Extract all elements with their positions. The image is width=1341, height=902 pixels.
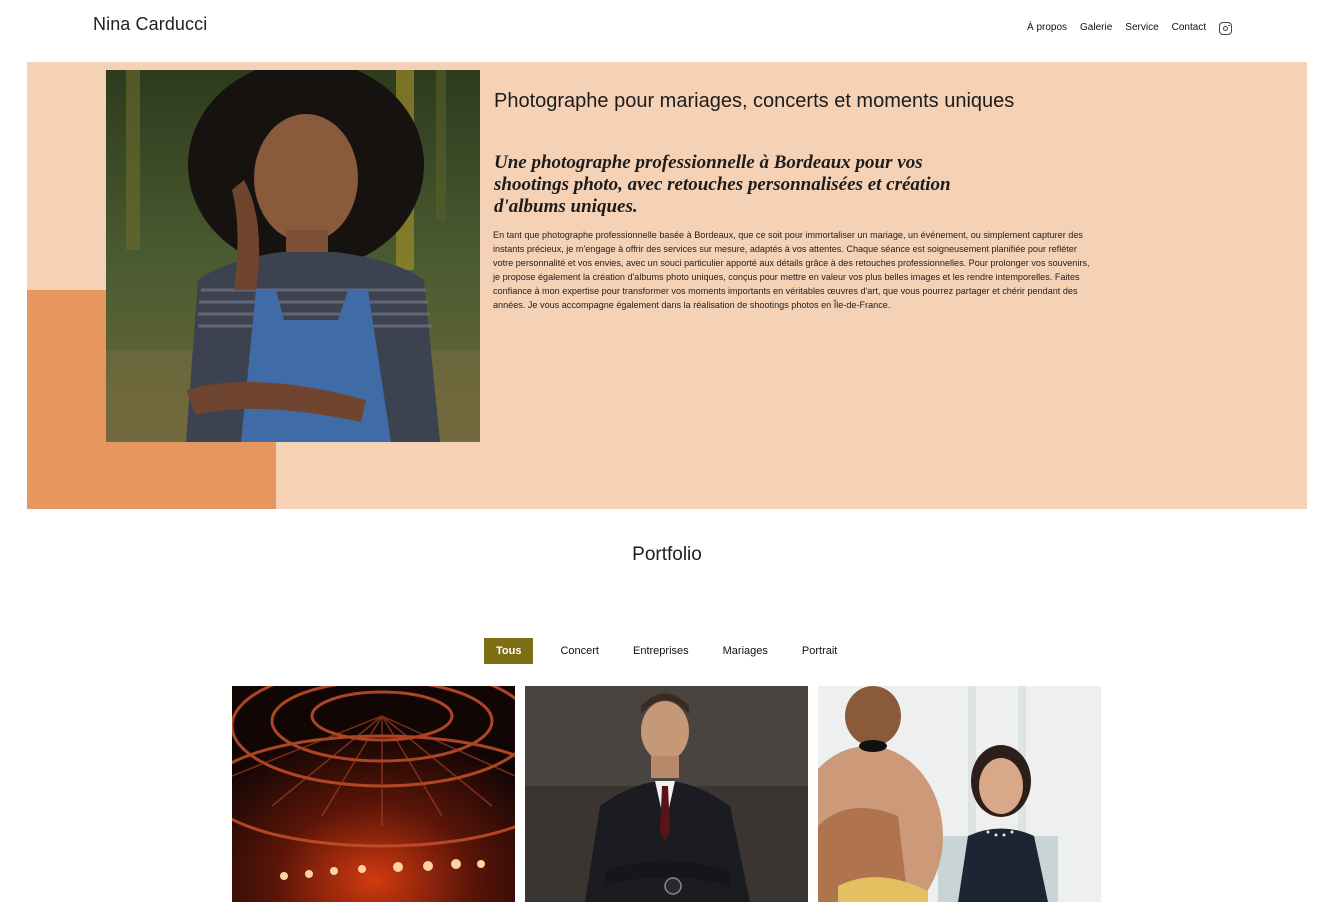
nav-link-galerie[interactable]: Galerie: [1080, 21, 1112, 35]
hero-subheading: Une photographe professionnelle à Bordea…: [494, 152, 951, 217]
nav-link-contact[interactable]: Contact: [1172, 21, 1206, 35]
instagram-icon[interactable]: [1219, 22, 1233, 35]
filter-concert[interactable]: Concert: [543, 638, 616, 664]
gallery-item-entreprises[interactable]: [525, 686, 808, 902]
filter-tous[interactable]: Tous: [484, 638, 534, 664]
filter-portrait[interactable]: Portrait: [785, 638, 854, 664]
hero-description: En tant que photographe professionnelle …: [493, 230, 1090, 310]
main-nav: À propos Galerie Service Contact: [1027, 21, 1233, 35]
hero-portrait-photo: [106, 70, 480, 442]
nav-link-a-propos[interactable]: À propos: [1027, 21, 1067, 35]
nav-link-service[interactable]: Service: [1125, 21, 1158, 35]
filter-entreprises[interactable]: Entreprises: [616, 638, 706, 664]
brand-name[interactable]: Nina Carducci: [93, 14, 207, 35]
gallery-item-concert[interactable]: [232, 686, 515, 902]
hero-heading: Photographe pour mariages, concerts et m…: [494, 90, 1015, 112]
filter-mariages[interactable]: Mariages: [706, 638, 785, 664]
portfolio-title: Portfolio: [632, 544, 702, 565]
portfolio-filters: Tous Concert Entreprises Mariages Portra…: [484, 638, 854, 664]
portfolio-gallery: [232, 686, 1101, 902]
gallery-item-portrait[interactable]: [818, 686, 1101, 902]
